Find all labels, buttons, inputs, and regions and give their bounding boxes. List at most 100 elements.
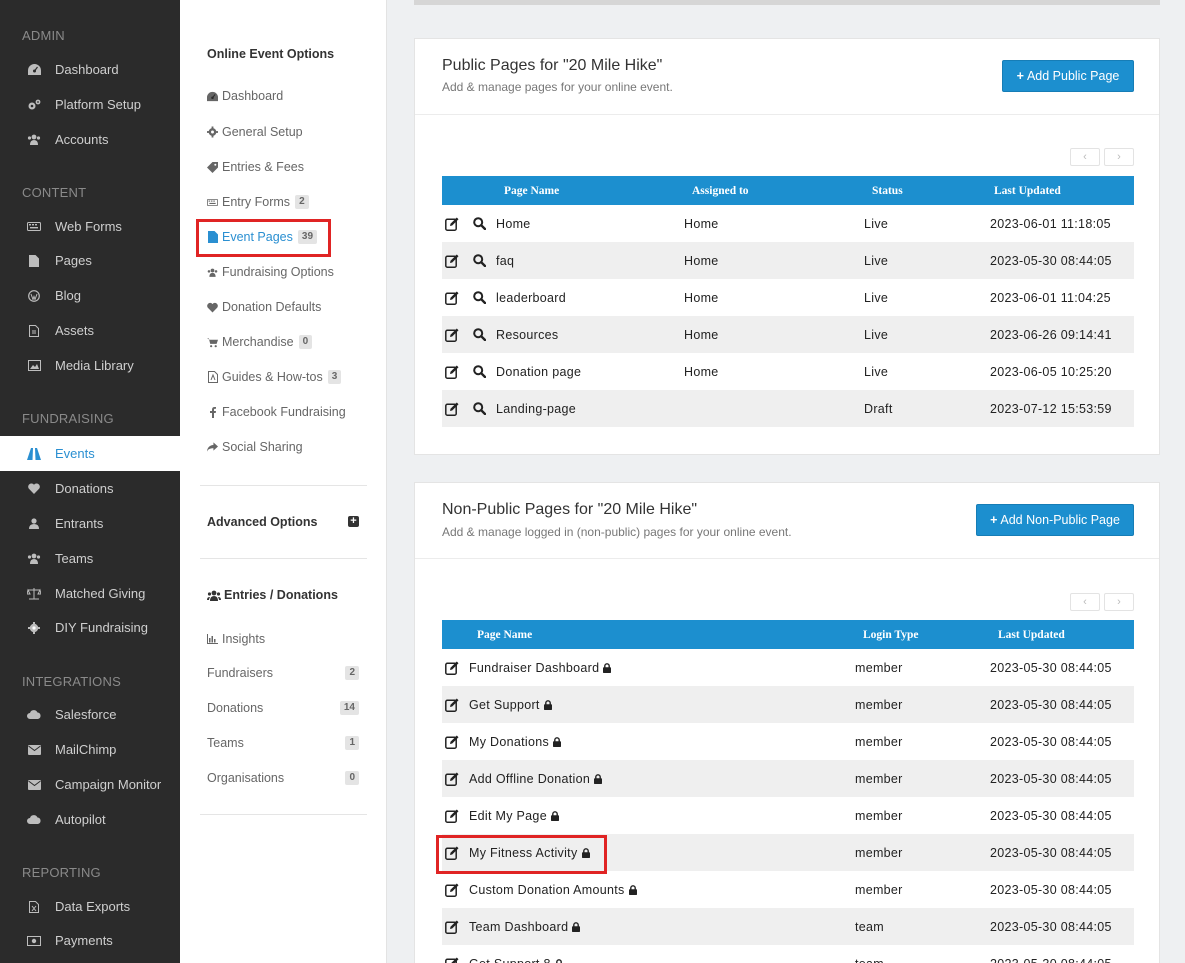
subnav-item-fundraising-options[interactable]: Fundraising Options [207, 262, 334, 282]
search-icon[interactable] [471, 216, 487, 232]
sidebar-item-donations[interactable]: Donations [0, 471, 180, 506]
col-login-type[interactable]: Login Type [855, 620, 990, 649]
edit-icon[interactable] [444, 364, 460, 380]
edit-icon[interactable] [444, 919, 460, 935]
divider [200, 558, 367, 559]
subnav-item-general-setup[interactable]: General Setup [207, 122, 303, 142]
login-type-cell: member [855, 771, 903, 786]
count-row-organisations[interactable]: Organisations 0 [207, 768, 359, 788]
envelope-icon [27, 743, 41, 757]
subnav-item-entry-forms[interactable]: Entry Forms 2 [207, 192, 309, 212]
count-badge: 14 [339, 701, 359, 715]
col-last-updated[interactable]: Last Updated [990, 176, 1134, 205]
table-header: Page Name Assigned to Status Last Update… [442, 176, 1134, 205]
col-status[interactable]: Status [864, 176, 990, 205]
count-badge: 3 [327, 370, 342, 384]
sidebar-item-label: Matched Giving [55, 586, 146, 601]
next-page-button[interactable]: › [1104, 593, 1134, 611]
sidebar-item-events[interactable]: Events [0, 436, 180, 471]
prev-page-button[interactable]: ‹ [1070, 148, 1100, 166]
sidebar-item-label: Dashboard [55, 62, 119, 77]
table-header: Page Name Login Type Last Updated [442, 620, 1134, 649]
expand-plus-icon[interactable]: + [348, 516, 359, 527]
subnav-item-donation-defaults[interactable]: Donation Defaults [207, 297, 321, 317]
subnav-item-label: Donation Defaults [222, 300, 322, 314]
sidebar-item-accounts[interactable]: Accounts [0, 122, 180, 157]
search-icon[interactable] [471, 290, 487, 306]
status-cell: Live [864, 253, 889, 268]
search-icon[interactable] [471, 401, 487, 417]
table-row: Edit My Page member 2023-05-30 08:44:05 [442, 797, 1134, 834]
sidebar-item-dashboard[interactable]: Dashboard [0, 52, 180, 87]
sidebar-item-label: Accounts [55, 132, 109, 147]
count-row-fundraisers[interactable]: Fundraisers 2 [207, 663, 359, 683]
edit-icon[interactable] [444, 660, 460, 676]
edit-icon[interactable] [444, 401, 460, 417]
sidebar-item-label: Events [55, 446, 95, 461]
plus-icon: + [990, 513, 998, 527]
excel-icon [27, 900, 41, 914]
col-page-name[interactable]: Page Name [496, 176, 684, 205]
sidebar-item-platform-setup[interactable]: Platform Setup [0, 87, 180, 122]
sidebar-item-data-exports[interactable]: Data Exports [0, 889, 180, 924]
sidebar-item-mailchimp[interactable]: MailChimp [0, 732, 180, 767]
road-icon [27, 447, 41, 461]
count-row-donations[interactable]: Donations 14 [207, 698, 359, 718]
sidebar-heading-integrations: INTEGRATIONS [22, 674, 121, 689]
sidebar-item-payments[interactable]: Payments [0, 923, 180, 958]
subnav-item-social-sharing[interactable]: Social Sharing [207, 437, 303, 457]
col-assigned-to[interactable]: Assigned to [684, 176, 864, 205]
sidebar-item-diy-fundraising[interactable]: DIY Fundraising [0, 610, 180, 645]
nonpublic-pages-panel: Non-Public Pages for "20 Mile Hike" Add … [414, 482, 1160, 963]
search-icon[interactable] [471, 253, 487, 269]
sidebar-item-entrants[interactable]: Entrants [0, 506, 180, 541]
add-public-page-button[interactable]: + Add Public Page [1002, 60, 1134, 92]
subnav-item-facebook-fundraising[interactable]: Facebook Fundraising [207, 402, 346, 422]
chevron-left-icon: ‹ [1083, 151, 1087, 163]
sidebar-item-campaign-monitor[interactable]: Campaign Monitor [0, 767, 180, 802]
edit-icon[interactable] [444, 327, 460, 343]
edit-icon[interactable] [444, 808, 460, 824]
search-icon[interactable] [471, 364, 487, 380]
lock-icon [603, 663, 612, 674]
advanced-options-title[interactable]: Advanced Options [207, 515, 317, 529]
edit-icon[interactable] [444, 697, 460, 713]
status-cell: Live [864, 364, 889, 379]
edit-icon[interactable] [444, 771, 460, 787]
sidebar-item-blog[interactable]: Blog [0, 278, 180, 313]
insights-link[interactable]: Insights [207, 629, 265, 649]
subnav-item-dashboard[interactable]: Dashboard [207, 86, 283, 106]
edit-icon[interactable] [444, 290, 460, 306]
last-updated-cell: 2023-05-30 08:44:05 [990, 660, 1112, 675]
sidebar-item-web-forms[interactable]: Web Forms [0, 209, 180, 244]
subnav-item-merchandise[interactable]: Merchandise 0 [207, 332, 313, 352]
sidebar-item-teams[interactable]: Teams [0, 541, 180, 576]
lock-icon [572, 922, 581, 933]
login-type-cell: team [855, 945, 990, 963]
col-page-name[interactable]: Page Name [469, 620, 855, 649]
sidebar-item-assets[interactable]: Assets [0, 313, 180, 348]
edit-icon[interactable] [444, 253, 460, 269]
prev-page-button[interactable]: ‹ [1070, 593, 1100, 611]
edit-icon[interactable] [444, 216, 460, 232]
edit-icon[interactable] [444, 882, 460, 898]
gear-icon [27, 621, 41, 635]
col-last-updated[interactable]: Last Updated [990, 620, 1134, 649]
subnav-item-guides-how-tos[interactable]: Guides & How-tos 3 [207, 367, 342, 387]
next-page-button[interactable]: › [1104, 148, 1134, 166]
assigned-to-cell: Home [684, 364, 719, 379]
edit-icon[interactable] [444, 734, 460, 750]
nonpublic-pages-subtitle: Add & manage logged in (non-public) page… [442, 525, 792, 539]
edit-icon[interactable] [444, 956, 460, 963]
subnav-item-entries-fees[interactable]: Entries & Fees [207, 157, 304, 177]
sidebar-item-salesforce[interactable]: Salesforce [0, 697, 180, 732]
add-nonpublic-page-button[interactable]: + Add Non-Public Page [976, 504, 1134, 536]
sidebar-item-media-library[interactable]: Media Library [0, 348, 180, 383]
sidebar-item-matched-giving[interactable]: Matched Giving [0, 576, 180, 611]
count-row-teams[interactable]: Teams 1 [207, 733, 359, 753]
sidebar-item-autopilot[interactable]: Autopilot [0, 802, 180, 837]
page-name-cell: faq [496, 253, 515, 268]
users-icon [207, 267, 218, 278]
search-icon[interactable] [471, 327, 487, 343]
sidebar-item-pages[interactable]: Pages [0, 243, 180, 278]
